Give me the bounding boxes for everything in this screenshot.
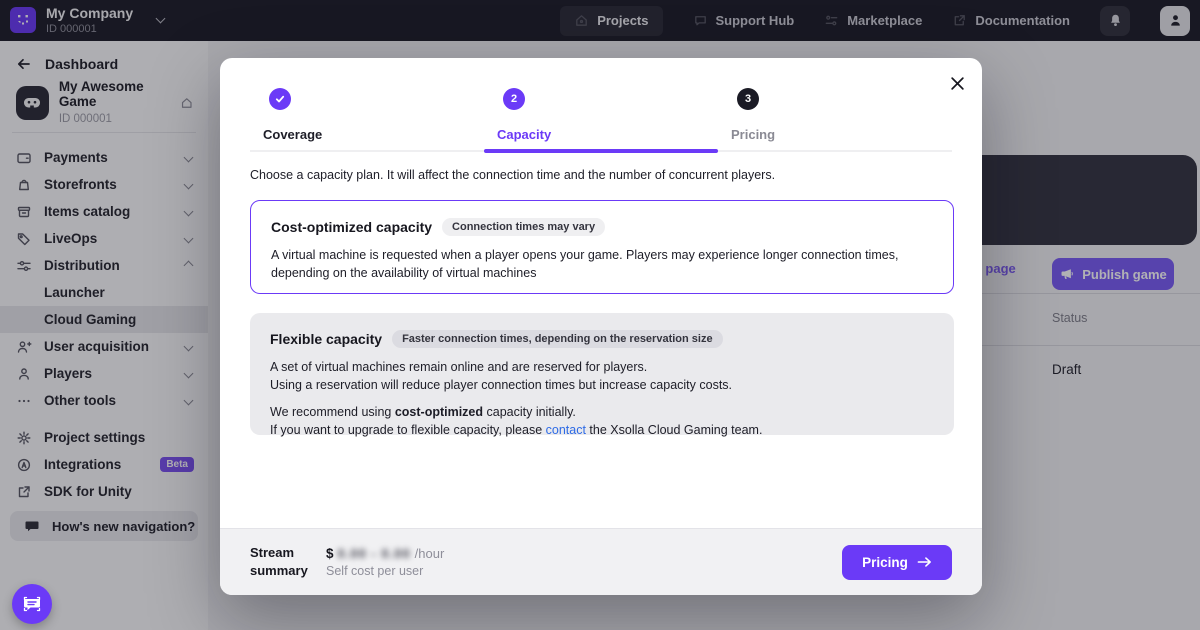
recommendation-bold: cost-optimized (395, 405, 483, 419)
plan-title: Cost-optimized capacity (271, 219, 432, 235)
plan-description: A virtual machine is requested when a pl… (271, 246, 933, 282)
upgrade-text: the Xsolla Cloud Gaming team. (586, 423, 762, 437)
plan-card-cost-optimized[interactable]: Cost-optimized capacity Connection times… (250, 200, 954, 294)
step-capacity[interactable]: 2 Capacity (484, 88, 718, 142)
plan-desc-line: A set of virtual machines remain online … (270, 360, 647, 374)
price-block: $ 0.00 - 0.00 /hour Self cost per user (326, 546, 444, 578)
chat-widget-icon (22, 595, 42, 613)
pricing-button-label: Pricing (862, 555, 908, 570)
step-coverage[interactable]: Coverage (250, 88, 484, 142)
plan-description: A set of virtual machines remain online … (270, 358, 934, 440)
contact-link[interactable]: contact (546, 423, 586, 437)
capacity-wizard-modal: Coverage 2 Capacity 3 Pricing Choose a c… (220, 58, 982, 595)
step-label: Capacity (497, 127, 718, 142)
check-icon (274, 93, 286, 105)
modal-footer: Stream summary $ 0.00 - 0.00 /hour Self … (220, 528, 982, 595)
step-complete-circle (269, 88, 291, 110)
recommendation-text: capacity initially. (483, 405, 576, 419)
support-chat-fab[interactable] (12, 584, 52, 624)
plan-card-flexible[interactable]: Flexible capacity Faster connection time… (250, 313, 954, 435)
step-pricing[interactable]: 3 Pricing (718, 88, 952, 142)
per-hour-label: /hour (415, 546, 445, 561)
plan-badge: Connection times may vary (442, 218, 605, 236)
step-label: Pricing (731, 127, 952, 142)
currency-symbol: $ (326, 546, 334, 561)
self-cost-label: Self cost per user (326, 564, 444, 578)
wizard-stepper: Coverage 2 Capacity 3 Pricing (250, 88, 952, 142)
step-label: Coverage (263, 127, 484, 142)
step-number-circle: 3 (737, 88, 759, 110)
price-range-redacted: 0.00 - 0.00 (338, 546, 411, 561)
recommendation-text: We recommend using (270, 405, 395, 419)
stepper-track (250, 150, 952, 152)
plan-badge: Faster connection times, depending on th… (392, 330, 723, 348)
stream-summary-label: Stream summary (250, 544, 316, 580)
upgrade-text: If you want to upgrade to flexible capac… (270, 423, 546, 437)
stepper-active-indicator (484, 149, 718, 153)
arrow-right-icon (917, 556, 932, 568)
step-number-circle: 2 (503, 88, 525, 110)
pricing-next-button[interactable]: Pricing (842, 545, 952, 580)
plan-desc-line: Using a reservation will reduce player c… (270, 378, 732, 392)
plan-title: Flexible capacity (270, 331, 382, 347)
capacity-intro-text: Choose a capacity plan. It will affect t… (250, 168, 952, 182)
